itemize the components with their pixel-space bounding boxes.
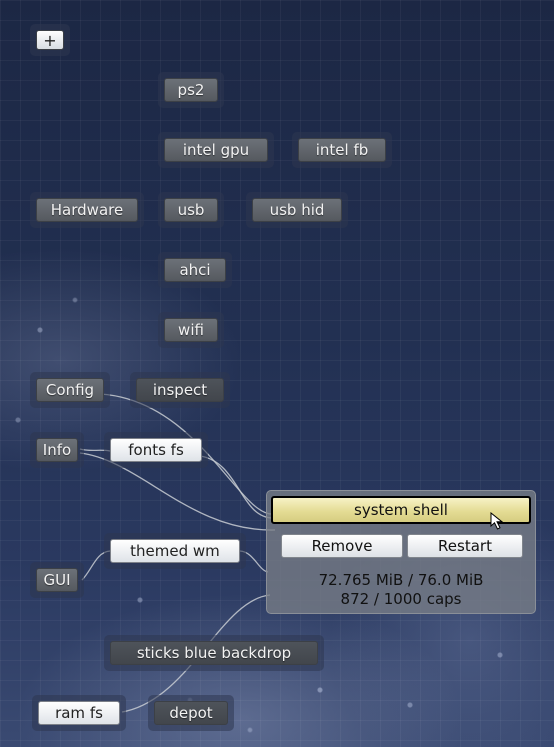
memory-usage-text: 72.765 MiB / 76.0 MiB [318, 571, 484, 589]
node-config: Config [30, 372, 110, 408]
restart-button[interactable]: Restart [407, 534, 523, 558]
node-usb-hid-button[interactable]: usb hid [252, 198, 342, 222]
node-wifi-button[interactable]: wifi [164, 318, 218, 342]
node-gui-button[interactable]: GUI [36, 568, 78, 592]
remove-button[interactable]: Remove [281, 534, 403, 558]
node-intel-fb: intel fb [292, 132, 392, 168]
node-ahci: ahci [158, 252, 232, 288]
node-themed-wm: themed wm [104, 533, 246, 569]
node-inspect-button[interactable]: inspect [136, 378, 224, 402]
node-depot: depot [148, 695, 234, 731]
node-info: Info [30, 432, 84, 468]
node-intel-fb-button[interactable]: intel fb [298, 138, 386, 162]
node-sticks-blue-backdrop: sticks blue backdrop [104, 635, 324, 671]
node-ps2: ps2 [158, 72, 224, 108]
node-usb-hid: usb hid [246, 192, 348, 228]
node-wifi: wifi [158, 312, 224, 348]
node-fonts-fs: fonts fs [104, 432, 208, 468]
node-intel-gpu-button[interactable]: intel gpu [164, 138, 268, 162]
node-themed-wm-button[interactable]: themed wm [110, 539, 240, 563]
caps-usage-text: 872 / 1000 caps [340, 590, 462, 608]
node-ram-fs-button[interactable]: ram fs [38, 701, 120, 725]
node-config-button[interactable]: Config [36, 378, 104, 402]
node-inspect: inspect [130, 372, 230, 408]
node-ram-fs: ram fs [32, 695, 126, 731]
system-shell-title-button[interactable]: system shell [271, 496, 531, 524]
node-fonts-fs-button[interactable]: fonts fs [110, 438, 202, 462]
node-gui: GUI [30, 562, 84, 598]
node-hardware-button[interactable]: Hardware [36, 198, 138, 222]
node-ps2-button[interactable]: ps2 [164, 78, 218, 102]
node-info-button[interactable]: Info [36, 438, 78, 462]
add-component-button[interactable]: + [36, 30, 64, 50]
node-usb-button[interactable]: usb [164, 198, 218, 222]
component-graph-canvas: + ps2 intel gpu intel fb Hardware usb us… [0, 0, 554, 747]
wire-fonts-fs-to-system-shell [199, 455, 276, 519]
system-shell-popup: system shell Remove Restart 72.765 MiB /… [266, 490, 536, 614]
node-usb: usb [158, 192, 224, 228]
add-component-node: + [30, 24, 70, 56]
node-sticks-blue-backdrop-button[interactable]: sticks blue backdrop [110, 641, 318, 665]
node-intel-gpu: intel gpu [158, 132, 274, 168]
node-ahci-button[interactable]: ahci [164, 258, 226, 282]
node-hardware: Hardware [30, 192, 144, 228]
node-depot-button[interactable]: depot [154, 701, 228, 725]
